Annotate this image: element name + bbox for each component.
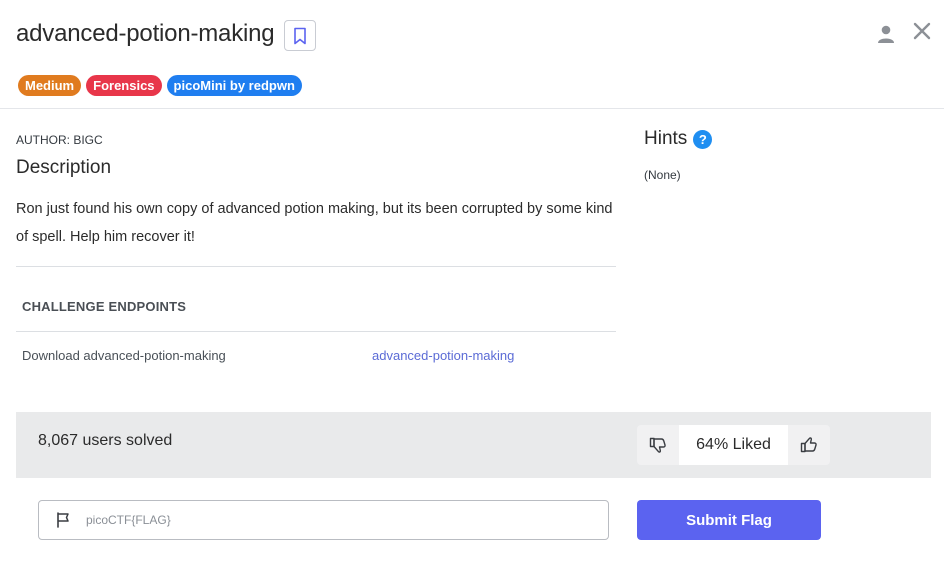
hints-heading: Hints ? [644,128,713,150]
help-icon[interactable]: ? [693,129,713,149]
endpoint-label: Download advanced-potion-making [22,348,226,363]
endpoint-download-link[interactable]: advanced-potion-making [372,348,514,363]
flag-input-wrapper [38,500,609,540]
solved-count: 8,067 users solved [38,432,173,449]
thumbs-up-icon [800,437,817,453]
thumbs-down-icon [649,437,666,453]
hints-heading-text: Hints [644,128,688,149]
category-tag[interactable]: Forensics [86,75,162,96]
bookmark-button[interactable] [284,20,316,51]
endpoints-heading: CHALLENGE ENDPOINTS [22,299,187,314]
stats-bar: 8,067 users solved 64% Liked [16,412,931,478]
rating-group: 64% Liked [637,425,830,465]
page-title: advanced-potion-making [16,20,275,47]
submit-flag-button[interactable]: Submit Flag [637,500,821,540]
author-label: AUTHOR: BIGC [16,133,103,147]
like-button[interactable] [788,425,830,465]
close-icon[interactable] [911,20,933,42]
flag-icon [57,512,69,528]
user-icon[interactable] [876,24,896,44]
divider [16,266,616,267]
liked-percentage: 64% Liked [679,425,788,465]
difficulty-tag[interactable]: Medium [18,75,82,96]
divider [16,331,616,332]
dislike-button[interactable] [637,425,679,465]
challenge-header: advanced-potion-making Medium Forensics … [0,0,944,109]
hints-text: (None) [644,168,681,182]
description-heading: Description [16,157,112,178]
bookmark-icon [294,27,306,44]
tag-list: Medium Forensics picoMini by redpwn [18,75,302,96]
description-text: Ron just found his own copy of advanced … [16,201,613,245]
flag-input[interactable] [86,513,566,527]
event-tag[interactable]: picoMini by redpwn [166,75,302,96]
